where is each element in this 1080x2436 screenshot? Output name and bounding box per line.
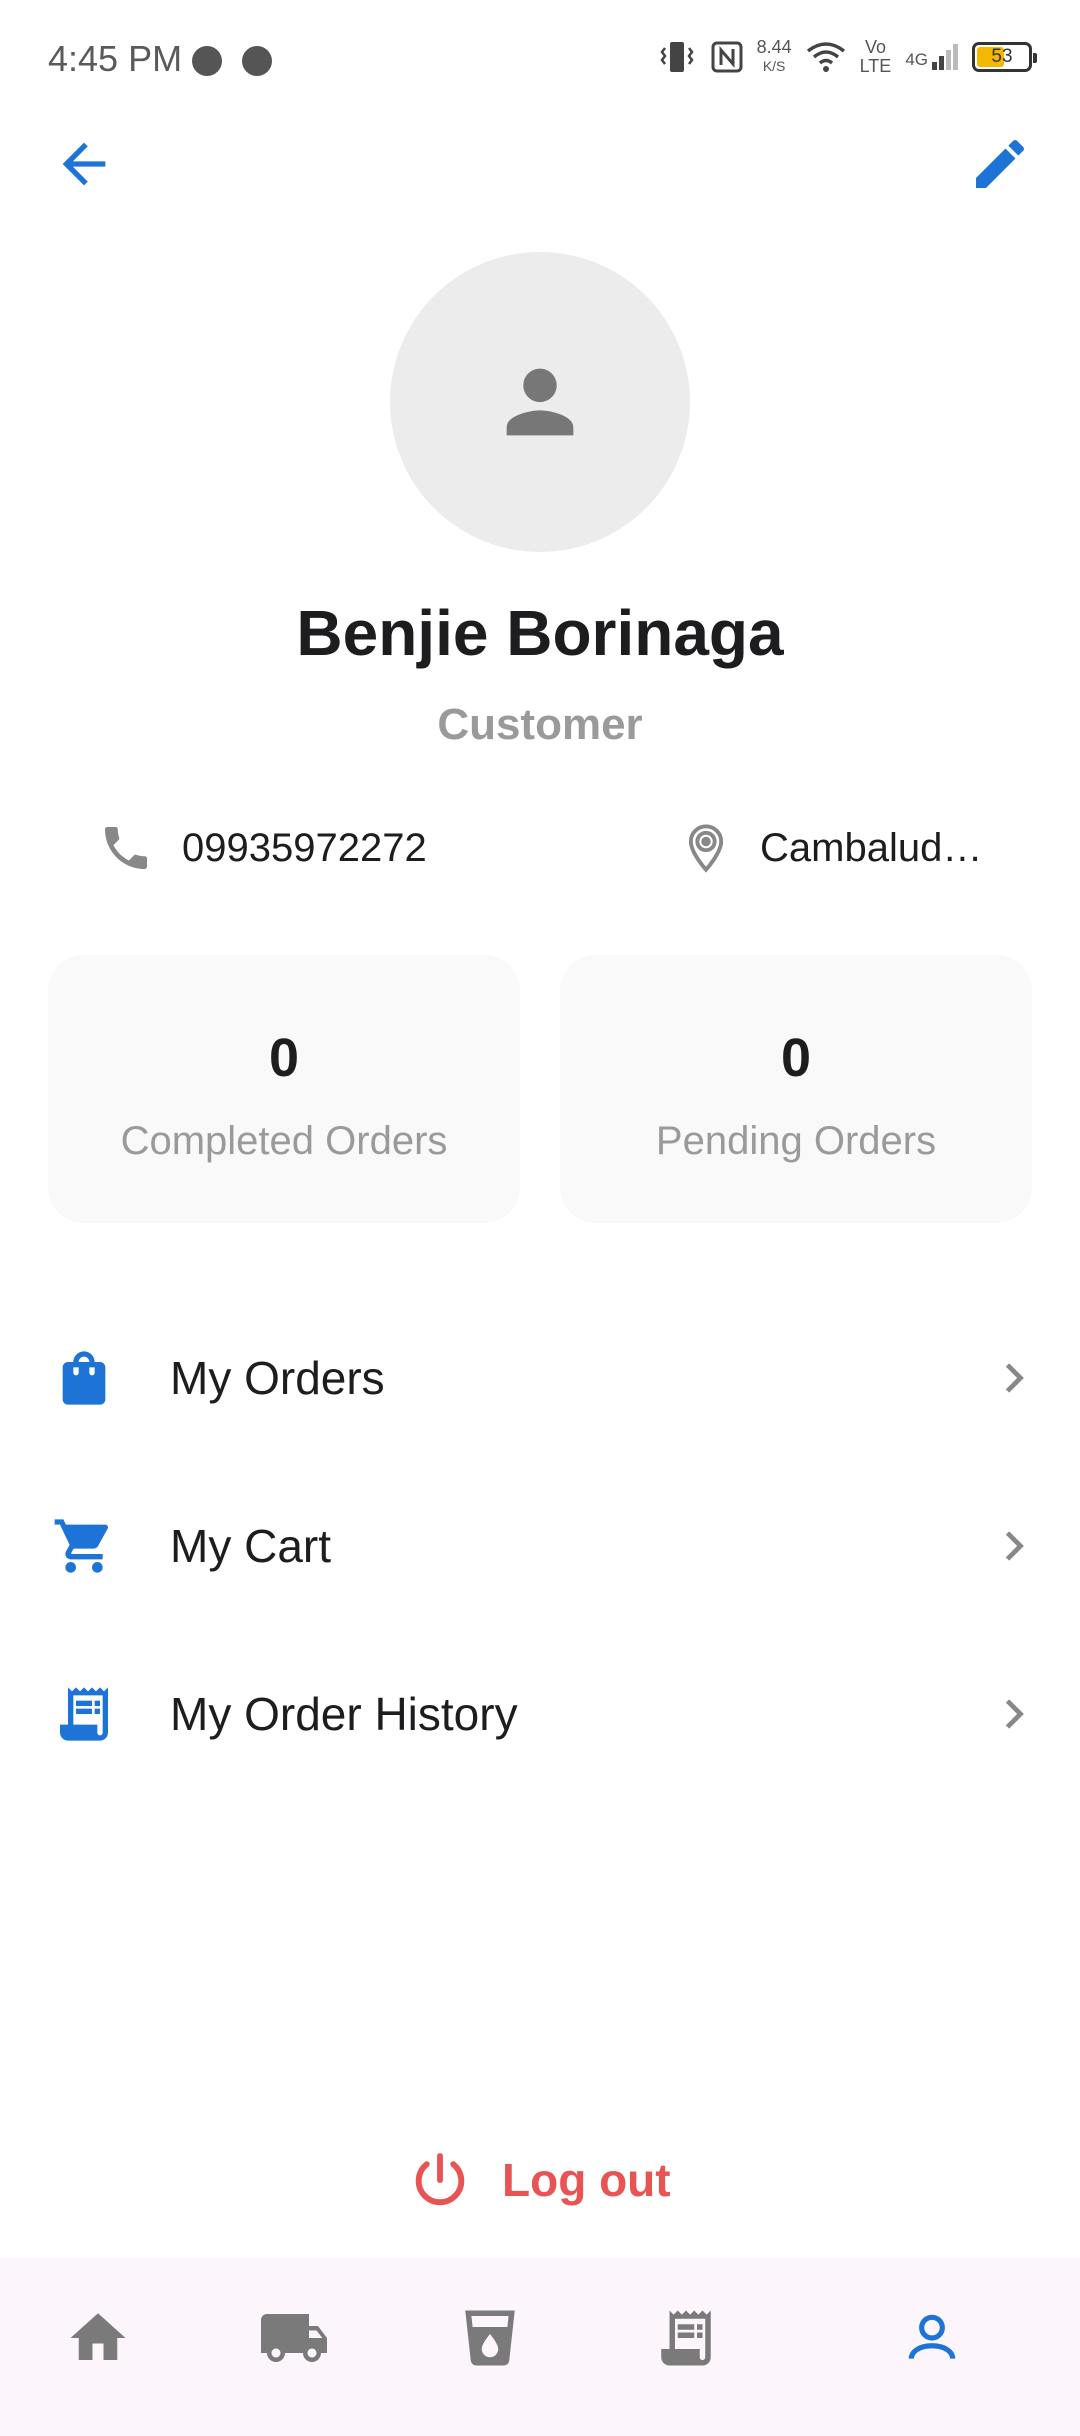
- truck-icon: [261, 2314, 327, 2362]
- cell-signal-icon: 4G: [905, 44, 958, 70]
- location-info: Cambalud…: [680, 820, 990, 876]
- nfc-icon: [711, 41, 743, 73]
- pencil-icon: [976, 139, 1025, 188]
- status-bar: 4:45 PM 8.44 K/S Vo LTE 4G 53: [0, 0, 1080, 120]
- power-icon: [415, 2153, 465, 2206]
- pending-orders-count: 0: [780, 1028, 812, 1088]
- logout-label: Log out: [502, 2154, 671, 2206]
- status-time: 4:45 PM: [48, 38, 183, 79]
- person-icon: [908, 2314, 956, 2360]
- location-text: Cambalud…: [760, 825, 983, 870]
- arrow-back-icon: [62, 142, 106, 186]
- menu-label-my-orders: My Orders: [170, 1352, 385, 1404]
- volte-indicator: Vo LTE: [859, 37, 892, 76]
- receipt-icon: [60, 1687, 108, 1741]
- receipt-icon: [661, 2310, 711, 2366]
- bottom-navigation: [0, 2258, 1080, 2436]
- nav-orders[interactable]: [646, 2298, 726, 2378]
- network-speed: 8.44 K/S: [756, 37, 792, 75]
- menu-item-my-orders[interactable]: My Orders: [0, 1294, 1080, 1462]
- nav-home[interactable]: [58, 2298, 138, 2378]
- edit-profile-button[interactable]: [968, 132, 1032, 196]
- vibrate-icon: [660, 42, 694, 72]
- water-glass-icon: [465, 2310, 515, 2366]
- completed-orders-label: Completed Orders: [120, 1119, 448, 1163]
- wifi-icon: [806, 42, 845, 72]
- chevron-right-icon: [1005, 1531, 1024, 1561]
- avatar: [390, 252, 690, 552]
- nav-profile[interactable]: [892, 2298, 972, 2378]
- chevron-right-icon: [1005, 1699, 1024, 1729]
- pending-orders-label: Pending Orders: [655, 1119, 937, 1163]
- person-icon: [506, 368, 574, 436]
- pending-orders-card: 0 Pending Orders: [560, 955, 1032, 1223]
- location-pin-icon: [688, 824, 724, 873]
- facebook-icon: [242, 46, 272, 76]
- completed-orders-card: 0 Completed Orders: [48, 955, 520, 1223]
- phone-info: 09935972272: [98, 820, 427, 876]
- shopping-bag-icon: [62, 1351, 106, 1405]
- battery-icon: 53: [972, 42, 1037, 72]
- nav-products[interactable]: [450, 2298, 530, 2378]
- menu-label-my-order-history: My Order History: [170, 1688, 518, 1740]
- cart-icon: [54, 1519, 109, 1573]
- nav-delivery[interactable]: [254, 2298, 334, 2378]
- profile-role: Customer: [437, 700, 643, 749]
- messenger-icon: [192, 46, 222, 76]
- home-icon: [70, 2313, 126, 2360]
- status-icons: 8.44 K/S Vo LTE 4G 53: [657, 37, 1037, 76]
- phone-number: 09935972272: [182, 825, 427, 870]
- menu-label-my-cart: My Cart: [170, 1520, 331, 1572]
- completed-orders-count: 0: [268, 1028, 300, 1088]
- menu-item-my-order-history[interactable]: My Order History: [0, 1630, 1080, 1798]
- menu-item-my-cart[interactable]: My Cart: [0, 1462, 1080, 1630]
- back-button[interactable]: [52, 132, 116, 196]
- chevron-right-icon: [1005, 1363, 1024, 1393]
- logout-button[interactable]: Log out: [408, 2148, 671, 2212]
- phone-icon: [105, 827, 147, 869]
- profile-name: Benjie Borinaga: [296, 597, 784, 669]
